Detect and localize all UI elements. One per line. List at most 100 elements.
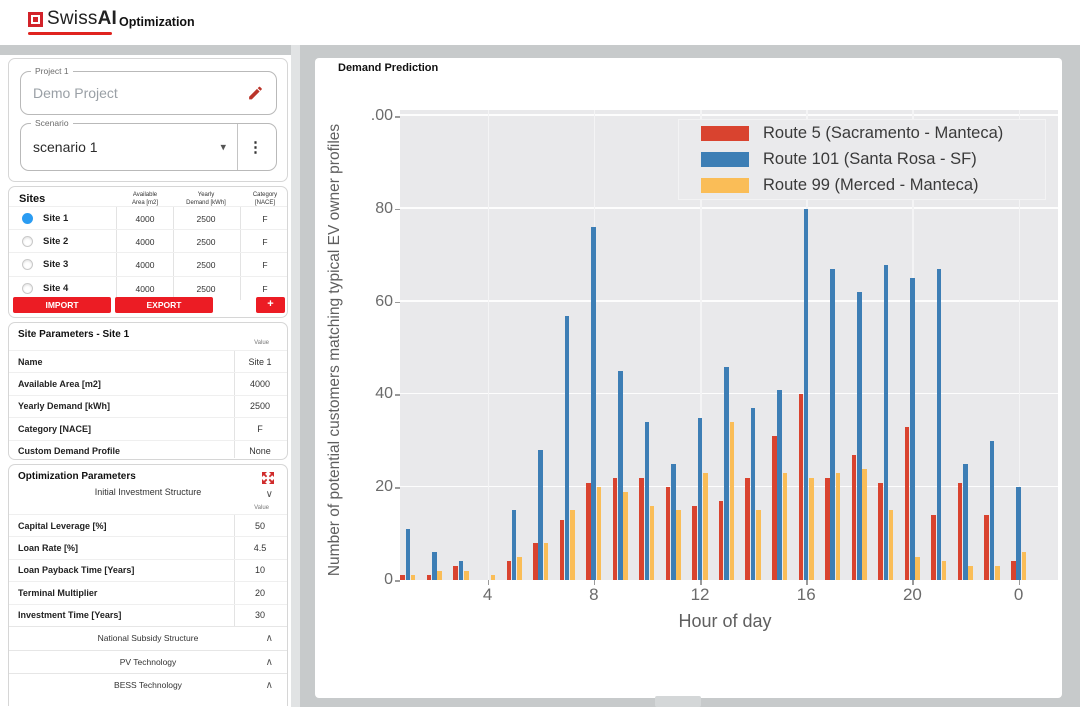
table-row[interactable]: Available Area [m2] 4000 [9, 372, 287, 394]
bar [533, 542, 538, 580]
export-button[interactable]: EXPORT [115, 297, 213, 313]
accordion-pv-technology[interactable]: PV Technology ∧ [9, 650, 287, 673]
x-tick-mark [700, 580, 702, 585]
param-value[interactable]: Site 1 [235, 357, 285, 367]
legend-item[interactable]: Route 99 (Merced - Manteca) [679, 172, 1045, 198]
chevron-up-icon[interactable]: ∧ [266, 657, 273, 668]
legend-label: Route 5 (Sacramento - Manteca) [763, 123, 1004, 142]
table-row[interactable]: Yearly Demand [kWh] 2500 [9, 394, 287, 417]
param-value[interactable]: 4000 [235, 379, 285, 389]
site-radio[interactable] [22, 213, 33, 224]
y-tick-mark [395, 487, 400, 489]
bar [644, 422, 650, 580]
site-area: 4000 [135, 214, 155, 224]
chevron-up-icon[interactable]: ∧ [266, 633, 273, 644]
project-name-field[interactable]: Project 1 Demo Project [20, 66, 277, 115]
legend-swatch [701, 151, 749, 167]
x-tick-label: 16 [796, 585, 816, 604]
accordion-bess-technology[interactable]: BESS Technology ∧ [9, 673, 287, 696]
site-parameters-table: Name Site 1 Available Area [m2] 4000 Yea… [9, 350, 287, 462]
legend-item[interactable]: Route 101 (Santa Rosa - SF) [679, 146, 1045, 172]
initial-investment-section-header[interactable]: Initial Investment Structure [9, 487, 287, 497]
gridline [400, 114, 1058, 116]
table-row[interactable]: Terminal Multiplier 20 [9, 581, 287, 603]
bar [511, 510, 517, 580]
bar [984, 515, 989, 580]
y-tick-label: 80 [375, 199, 393, 217]
table-row[interactable]: Loan Rate [%] 4.5 [9, 536, 287, 558]
bar [931, 515, 936, 580]
site-demand: 2500 [196, 283, 216, 294]
table-row[interactable]: Site 4 4000 2500 F [9, 275, 287, 299]
table-row[interactable]: Name Site 1 [9, 350, 287, 372]
chevron-down-icon[interactable]: ∨ [266, 489, 273, 500]
sites-title: Sites [19, 193, 46, 205]
import-button[interactable]: IMPORT [13, 297, 111, 313]
kebab-menu-icon[interactable]: ⋮ [248, 138, 263, 156]
bar [798, 394, 804, 580]
edit-pencil-icon[interactable] [247, 85, 264, 102]
param-value[interactable]: 10 [235, 565, 285, 575]
page-title: Optimization [119, 15, 195, 29]
site-parameters-panel: Site Parameters - Site 1 Value Name Site… [8, 322, 288, 460]
param-value[interactable]: 50 [235, 521, 285, 531]
scenario-field-label: Scenario [31, 118, 73, 128]
bar [883, 264, 889, 580]
site-category: F [262, 237, 268, 248]
y-tick-mark [395, 301, 400, 304]
param-label: Loan Rate [%] [18, 543, 79, 554]
legend-item[interactable]: Route 5 (Sacramento - Manteca) [679, 120, 1045, 146]
optimization-parameters-table: Capital Leverage [%] 50 Loan Rate [%] 4.… [9, 514, 287, 626]
table-row[interactable]: Site 3 4000 2500 F [9, 252, 287, 275]
bar [830, 269, 835, 580]
site-name: Site 3 [43, 259, 69, 271]
optimization-parameters-title: Optimization Parameters [18, 471, 136, 482]
param-value[interactable]: None [235, 446, 285, 456]
bar [564, 315, 570, 580]
sites-column-header-area: Available Area [m2] [131, 192, 158, 206]
bar [718, 501, 724, 580]
logo-underline [28, 32, 112, 35]
project-field-label: Project 1 [31, 66, 73, 76]
param-value[interactable]: 2500 [235, 401, 285, 411]
site-radio[interactable] [22, 259, 33, 271]
bottom-chip [655, 696, 701, 707]
table-row[interactable]: Category [NACE] F [9, 417, 287, 439]
value-column-header: Value [254, 505, 269, 511]
bar [809, 477, 814, 580]
accordion-national-subsidy-structure[interactable]: National Subsidy Structure ∧ [9, 626, 287, 649]
table-row[interactable]: Investment Time [Years] 30 [9, 603, 287, 626]
param-value[interactable]: F [235, 424, 285, 434]
x-tick-mark [487, 580, 490, 585]
legend-label: Route 99 (Merced - Manteca) [763, 175, 979, 194]
table-row[interactable]: Site 1 4000 2500 F [9, 206, 287, 229]
site-radio[interactable] [22, 236, 33, 248]
add-site-button[interactable]: + [256, 297, 285, 313]
param-value[interactable]: 4.5 [235, 543, 285, 553]
y-tick-label: 40 [375, 385, 393, 403]
param-label: Yearly Demand [kWh] [18, 401, 111, 412]
chevron-down-icon[interactable]: ▾ [220, 141, 226, 154]
bar [543, 542, 549, 580]
gridline [400, 300, 1058, 302]
x-tick-mark [912, 580, 914, 585]
bar [432, 552, 437, 580]
scenario-select-field[interactable]: Scenario scenario 1 ▾ ⋮ [20, 118, 277, 171]
table-row[interactable]: Site 2 4000 2500 F [9, 229, 287, 252]
sidebar-scrollbar[interactable] [291, 45, 300, 707]
param-label: Custom Demand Profile [18, 446, 121, 457]
table-row[interactable]: Custom Demand Profile None [9, 439, 287, 462]
chevron-up-icon[interactable]: ∧ [266, 680, 273, 691]
table-row[interactable]: Capital Leverage [%] 50 [9, 514, 287, 536]
bar [410, 575, 416, 580]
y-tick-mark [395, 580, 400, 582]
table-row[interactable]: Loan Payback Time [Years] 10 [9, 558, 287, 581]
param-value[interactable]: 20 [235, 588, 285, 598]
fullscreen-expand-icon[interactable] [260, 470, 276, 486]
optimization-parameters-panel: Optimization Parameters Initial Investme… [8, 464, 288, 706]
param-value[interactable]: 30 [235, 610, 285, 620]
site-radio[interactable] [22, 282, 33, 294]
bar [400, 575, 405, 580]
accordion-label: BESS Technology [114, 680, 182, 690]
divider [237, 124, 238, 170]
